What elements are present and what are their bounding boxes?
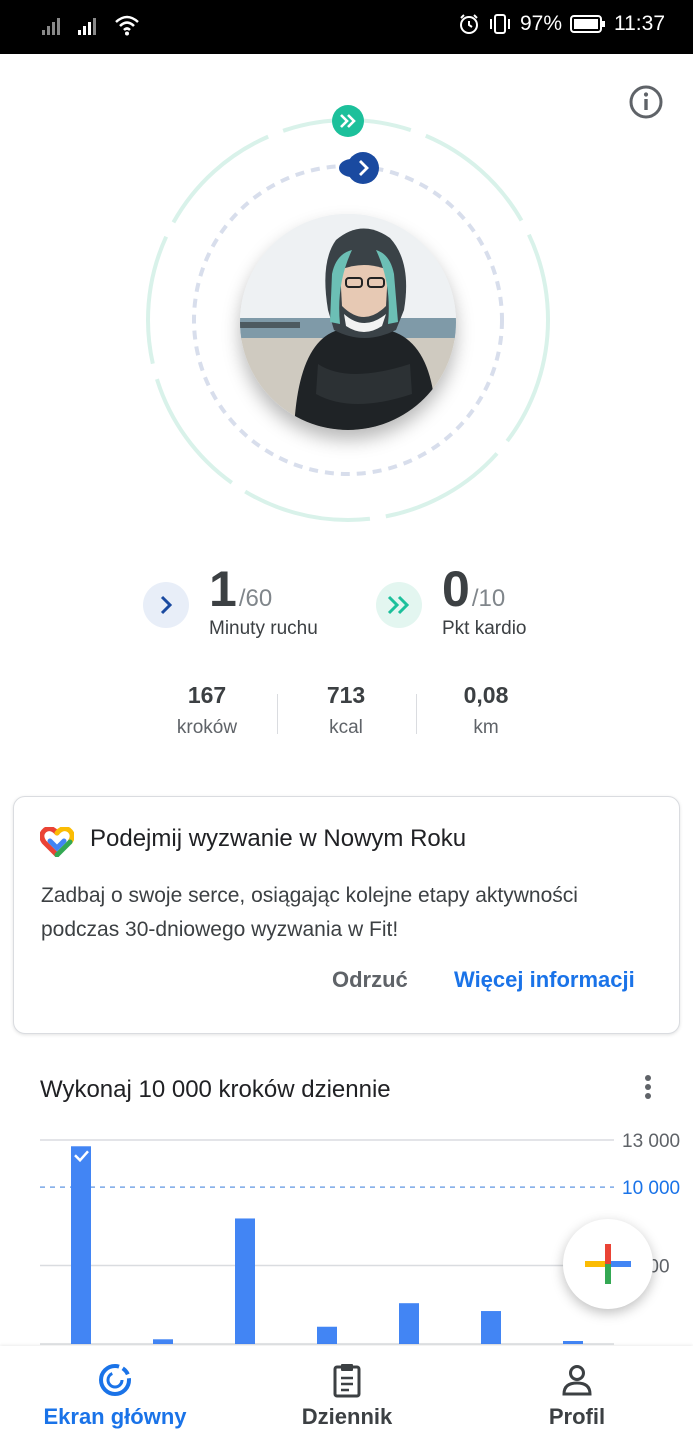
- calories-value: 713: [326, 682, 366, 708]
- nav-journal[interactable]: Dziennik: [247, 1346, 447, 1440]
- heart-points-label: Pkt kardio: [442, 618, 527, 639]
- nav-journal-label: Dziennik: [301, 1404, 393, 1429]
- profile-avatar[interactable]: [240, 214, 456, 430]
- home-ring-icon: [99, 1364, 131, 1396]
- card-body: Zadbaj o swoje serce, osiągając kolejne …: [41, 884, 578, 941]
- bottom-navigation: Ekran główny Dziennik Profil: [0, 1346, 693, 1440]
- bar: [399, 1303, 419, 1344]
- bar: [317, 1326, 337, 1344]
- move-minutes-goal[interactable]: 1 /60 Minuty ruchu: [143, 564, 318, 640]
- bar: [153, 1339, 173, 1344]
- nav-profile-label: Profil: [548, 1404, 606, 1429]
- heart-points-goal[interactable]: 0 /10 Pkt kardio: [376, 564, 526, 640]
- move-minutes-icon: [143, 582, 189, 628]
- bar: [71, 1146, 91, 1344]
- calories-label: kcal: [329, 717, 363, 738]
- move-minutes-target: /60: [238, 585, 273, 612]
- clock: 11:37: [614, 12, 665, 35]
- nav-profile[interactable]: Profil: [477, 1346, 677, 1440]
- heart-points-marker: [332, 105, 364, 137]
- stat-calories[interactable]: 713 kcal: [286, 682, 406, 739]
- heart-points-icon: [376, 582, 422, 628]
- dismiss-button[interactable]: Odrzuć: [332, 967, 408, 993]
- move-minutes-value: 1: [209, 561, 237, 617]
- signal-icon: [42, 18, 60, 35]
- divider: [277, 694, 278, 734]
- more-info-button[interactable]: Więcej informacji: [454, 967, 635, 993]
- nav-home[interactable]: Ekran główny: [15, 1346, 215, 1440]
- clipboard-icon: [333, 1364, 361, 1398]
- steps-label: kroków: [176, 717, 238, 738]
- steps-chart-title: Wykonaj 10 000 kroków dziennie: [40, 1076, 391, 1103]
- stat-distance[interactable]: 0,08 km: [426, 682, 546, 739]
- status-right: 97% 11:37: [458, 12, 665, 36]
- google-fit-heart-icon: [40, 827, 74, 857]
- distance-label: km: [473, 717, 499, 738]
- more-vert-icon[interactable]: [636, 1072, 660, 1104]
- nav-home-label: Ekran główny: [43, 1404, 187, 1429]
- card-title: Podejmij wyzwanie w Nowym Roku: [90, 825, 467, 852]
- move-minutes-marker: [339, 152, 379, 184]
- wifi-icon: [115, 15, 139, 36]
- battery-icon: [570, 15, 605, 33]
- add-icon: [585, 1244, 631, 1284]
- add-activity-button[interactable]: [563, 1219, 653, 1309]
- status-bar: 97% 11:37: [0, 0, 693, 54]
- bar: [235, 1218, 255, 1344]
- signal-indicators: [42, 14, 140, 36]
- avatar-photo: [240, 214, 456, 430]
- bar: [563, 1341, 583, 1344]
- y-tick-label: 13 000: [622, 1131, 680, 1152]
- challenge-card[interactable]: Podejmij wyzwanie w Nowym Roku Zadbaj o …: [13, 796, 680, 1034]
- vibrate-icon: [489, 14, 510, 34]
- bar: [481, 1311, 501, 1344]
- stat-steps[interactable]: 167 kroków: [147, 682, 267, 739]
- alarm-icon: [459, 14, 478, 34]
- battery-percent: 97%: [519, 12, 562, 35]
- move-minutes-label: Minuty ruchu: [209, 618, 318, 639]
- steps-value: 167: [187, 682, 227, 708]
- heart-points-target: /10: [471, 585, 506, 612]
- divider: [416, 694, 417, 734]
- distance-value: 0,08: [463, 682, 509, 708]
- heart-points-value: 0: [442, 561, 470, 617]
- person-icon: [562, 1365, 592, 1396]
- goal-tick-label: 10 000: [622, 1178, 680, 1199]
- signal-icon: [78, 18, 96, 35]
